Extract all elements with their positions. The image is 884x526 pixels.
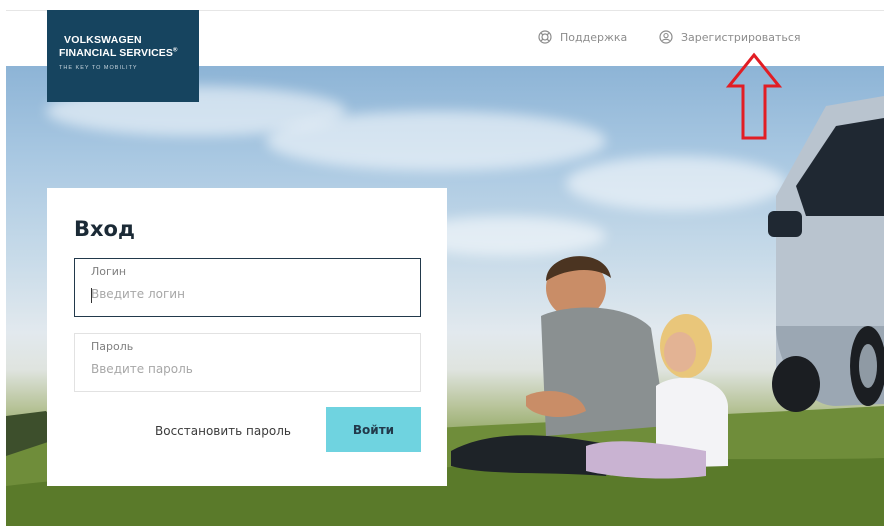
login-field-label: Логин [91, 265, 127, 278]
password-field[interactable]: Пароль [74, 333, 421, 392]
password-field-label: Пароль [91, 340, 134, 353]
login-field[interactable]: Логин [74, 258, 421, 317]
lifebuoy-icon [538, 30, 552, 44]
support-label: Поддержка [560, 30, 628, 44]
support-link[interactable]: Поддержка [538, 27, 627, 47]
brand-line-2-text: FINANCIAL SERVICES [59, 47, 174, 59]
annotation-arrow-icon [725, 52, 783, 140]
brand-line-2: FINANCIAL SERVICES® [59, 47, 178, 59]
password-input[interactable] [91, 362, 391, 376]
login-input[interactable] [91, 287, 391, 301]
brand-logo[interactable]: VOLKSWAGEN FINANCIAL SERVICES® THE KEY T… [47, 10, 199, 102]
register-link[interactable]: Зарегистрироваться [659, 27, 801, 47]
login-card: Вход Логин Пароль Восстановить пароль Во… [47, 188, 447, 486]
registered-mark: ® [173, 47, 178, 54]
login-title: Вход [74, 217, 135, 241]
login-submit-button[interactable]: Войти [326, 407, 421, 452]
register-label: Зарегистрироваться [681, 30, 801, 44]
brand-line-1: VOLKSWAGEN [64, 34, 142, 46]
brand-tagline: THE KEY TO MOBILITY [59, 65, 138, 71]
user-circle-icon [659, 30, 673, 44]
car-illustration [768, 96, 884, 412]
restore-password-link[interactable]: Восстановить пароль [155, 424, 291, 438]
